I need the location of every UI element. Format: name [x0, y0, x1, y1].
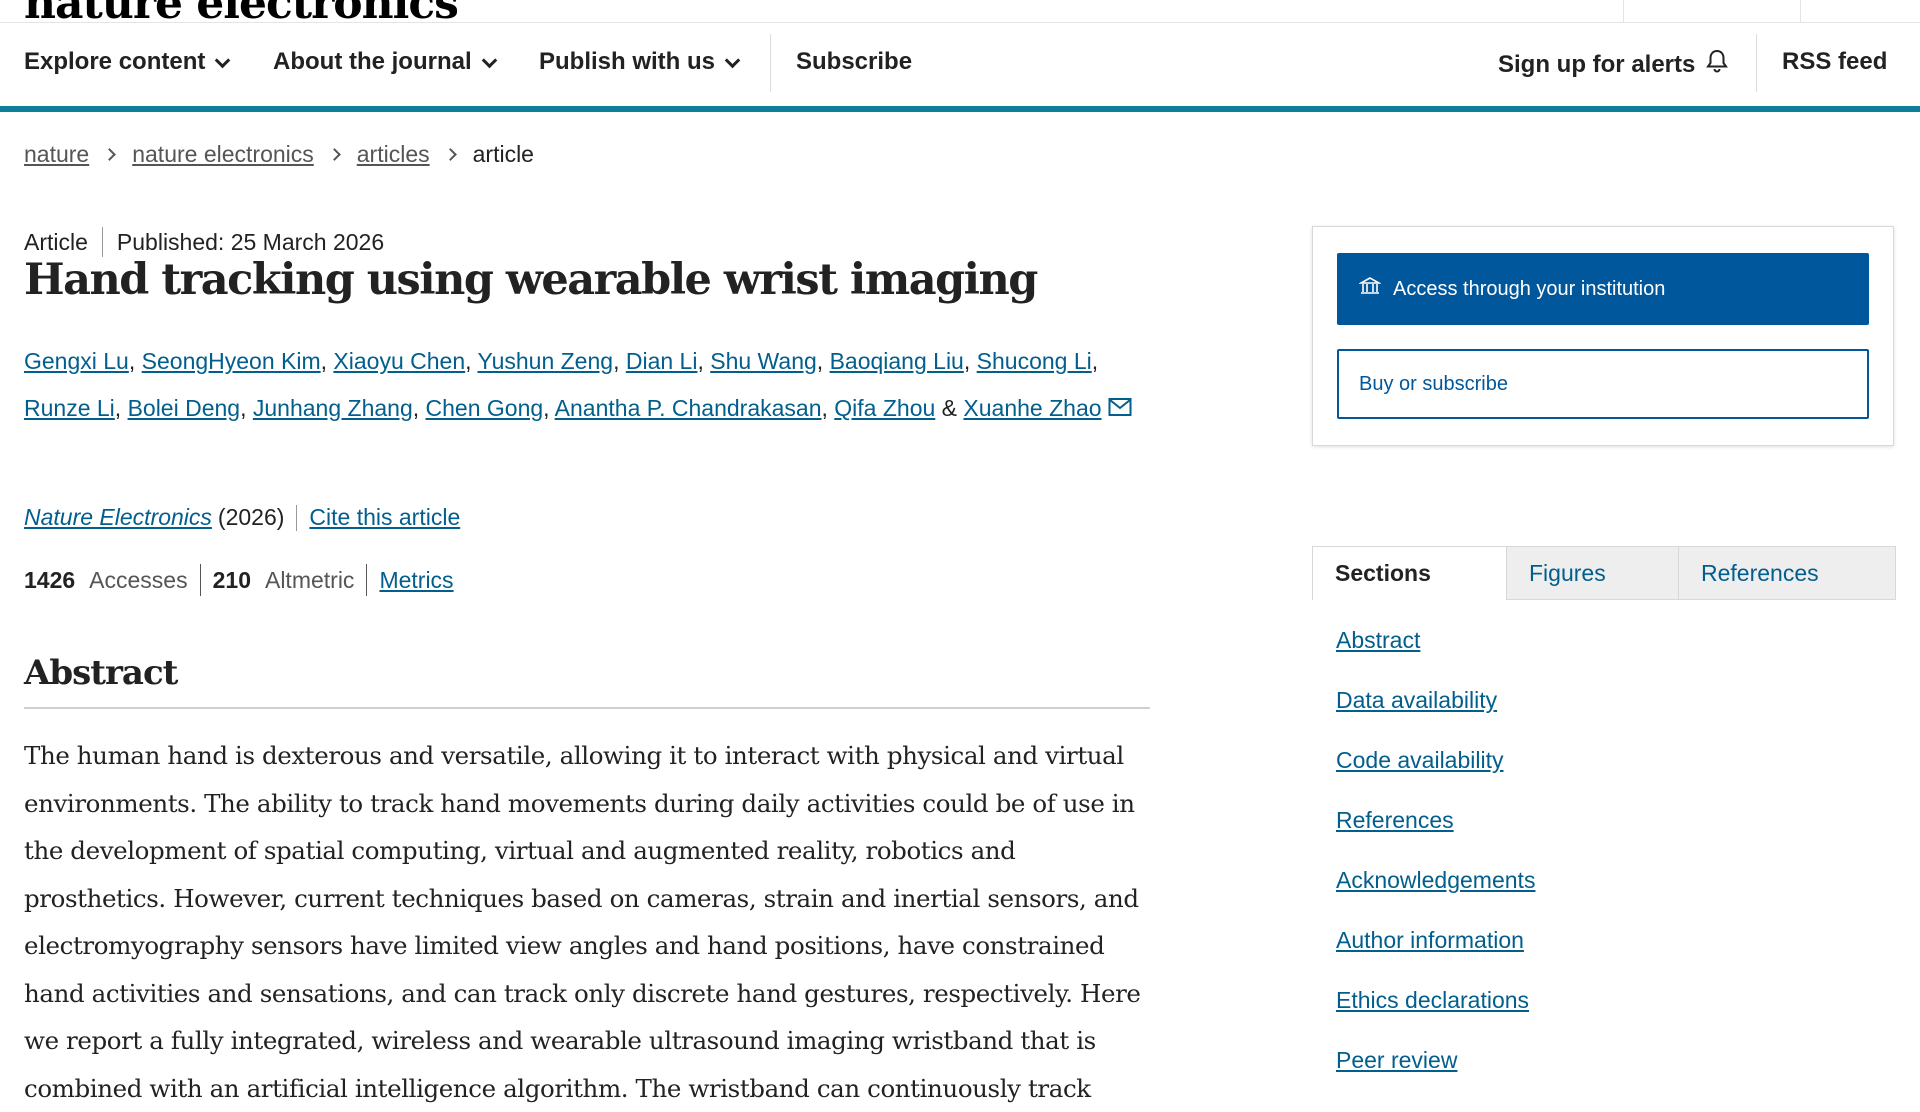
access-institution-label: Access through your institution: [1393, 277, 1666, 300]
nav-item-label: Explore content: [24, 48, 206, 75]
main-nav: Explore content About the journal Publis…: [0, 22, 1920, 112]
list-item: Code availability: [1336, 736, 1535, 796]
list-item: Data availability: [1336, 676, 1535, 736]
article-title: Hand tracking using wearable wrist imagi…: [24, 255, 1038, 305]
institution-icon: [1357, 276, 1383, 302]
author-link[interactable]: Anantha P. Chandrakasan: [555, 395, 822, 421]
list-item: Acknowledgements: [1336, 856, 1535, 916]
accesses-label: Accesses: [89, 566, 188, 593]
section-link-acknowledgements[interactable]: Acknowledgements: [1336, 867, 1535, 893]
metric-divider: [199, 564, 201, 596]
tab-figures[interactable]: Figures: [1507, 546, 1679, 600]
author-link[interactable]: Dian Li: [626, 348, 698, 374]
accesses-count: 1426: [24, 566, 76, 593]
cite-article-link[interactable]: Cite this article: [309, 504, 460, 531]
author-link[interactable]: Qifa Zhou: [834, 395, 935, 421]
header-divider: [1623, 0, 1624, 22]
section-link-peer-review[interactable]: Peer review: [1336, 1047, 1457, 1073]
nav-divider: [770, 34, 771, 92]
altmetric-count: 210: [212, 566, 251, 593]
nav-about-journal[interactable]: About the journal: [273, 48, 497, 76]
author-link[interactable]: Yushun Zeng: [478, 348, 614, 374]
buy-subscribe-button[interactable]: Buy or subscribe: [1337, 349, 1869, 419]
access-institution-button[interactable]: Access through your institution: [1337, 253, 1869, 325]
article-metrics: 1426 Accesses 210 Altmetric Metrics: [24, 564, 454, 596]
breadcrumb-nature[interactable]: nature: [24, 141, 89, 168]
breadcrumb-current: article: [472, 141, 534, 167]
chevron-down-icon: [481, 52, 497, 68]
site-logo[interactable]: nature electronics: [24, 0, 459, 22]
author-link[interactable]: Bolei Deng: [128, 395, 241, 421]
nav-rss-feed[interactable]: RSS feed: [1782, 48, 1887, 76]
publication-year: (2026): [217, 504, 285, 530]
author-link[interactable]: Shu Wang: [710, 348, 817, 374]
sidebar-tabs: Sections Figures References: [1312, 546, 1896, 600]
author-link[interactable]: SeongHyeon Kim: [142, 348, 321, 374]
nav-publish-with-us[interactable]: Publish with us: [539, 48, 741, 76]
list-item: Peer review: [1336, 1036, 1535, 1096]
journal-citation: Nature Electronics (2026) Cite this arti…: [24, 504, 460, 531]
chevron-right-icon: [103, 148, 117, 161]
list-item: Ethics declarations: [1336, 976, 1535, 1036]
section-link-references[interactable]: References: [1336, 807, 1454, 833]
journal-link[interactable]: Nature Electronics: [24, 504, 212, 531]
breadcrumb-articles[interactable]: articles: [357, 141, 430, 168]
nav-subscribe[interactable]: Subscribe: [796, 48, 912, 76]
site-header-top: nature electronics: [0, 0, 1920, 23]
meta-divider: [296, 504, 298, 531]
nav-sign-up-alerts[interactable]: Sign up for alerts: [1498, 48, 1729, 81]
author-link[interactable]: Xiaoyu Chen: [333, 348, 465, 374]
tab-sections[interactable]: Sections: [1312, 546, 1507, 600]
nav-explore-content[interactable]: Explore content: [24, 48, 231, 76]
envelope-icon[interactable]: [1108, 386, 1132, 433]
abstract-heading: Abstract: [24, 653, 1150, 709]
nav-item-label: About the journal: [273, 48, 472, 75]
metric-divider: [366, 564, 368, 596]
header-divider: [1800, 0, 1801, 22]
article-type: Article: [24, 228, 88, 255]
altmetric-label: Altmetric: [264, 566, 355, 593]
chevron-down-icon: [724, 52, 741, 68]
section-link-code-availability[interactable]: Code availability: [1336, 747, 1503, 773]
section-link-author-information[interactable]: Author information: [1336, 927, 1524, 953]
list-item: References: [1336, 796, 1535, 856]
tab-references[interactable]: References: [1679, 546, 1896, 600]
article-meta: Article Published: 25 March 2026: [24, 227, 384, 257]
nav-item-label: Sign up for alerts: [1498, 50, 1696, 78]
chevron-down-icon: [215, 52, 231, 68]
author-link[interactable]: Shucong Li: [977, 348, 1092, 374]
section-link-ethics-declarations[interactable]: Ethics declarations: [1336, 987, 1529, 1013]
sections-list: Abstract Data availability Code availabi…: [1336, 616, 1535, 1096]
list-item: Abstract: [1336, 616, 1535, 676]
breadcrumb: nature nature electronics articles artic…: [24, 141, 534, 168]
abstract-text: The human hand is dexterous and versatil…: [24, 741, 1141, 1103]
breadcrumb-nature-electronics[interactable]: nature electronics: [132, 141, 314, 168]
section-link-data-availability[interactable]: Data availability: [1336, 687, 1497, 713]
access-box: Access through your institution Buy or s…: [1312, 226, 1894, 446]
author-link[interactable]: Gengxi Lu: [24, 348, 129, 374]
publish-date: Published: 25 March 2026: [116, 228, 385, 255]
author-link[interactable]: Junhang Zhang: [253, 395, 413, 421]
list-item: Author information: [1336, 916, 1535, 976]
author-link[interactable]: Chen Gong: [426, 395, 544, 421]
nav-divider: [1756, 34, 1757, 92]
author-link[interactable]: Runze Li: [24, 395, 115, 421]
bell-icon: [1705, 48, 1729, 81]
nav-item-label: Publish with us: [539, 48, 716, 75]
author-link[interactable]: Xuanhe Zhao: [963, 395, 1101, 421]
chevron-right-icon: [327, 148, 341, 161]
chevron-right-icon: [443, 148, 457, 161]
author-list: Gengxi Lu, SeongHyeon Kim, Xiaoyu Chen, …: [24, 338, 1164, 433]
metrics-link[interactable]: Metrics: [379, 567, 453, 594]
meta-divider: [101, 227, 103, 257]
author-link[interactable]: Baoqiang Liu: [830, 348, 964, 374]
section-link-abstract[interactable]: Abstract: [1336, 627, 1420, 653]
